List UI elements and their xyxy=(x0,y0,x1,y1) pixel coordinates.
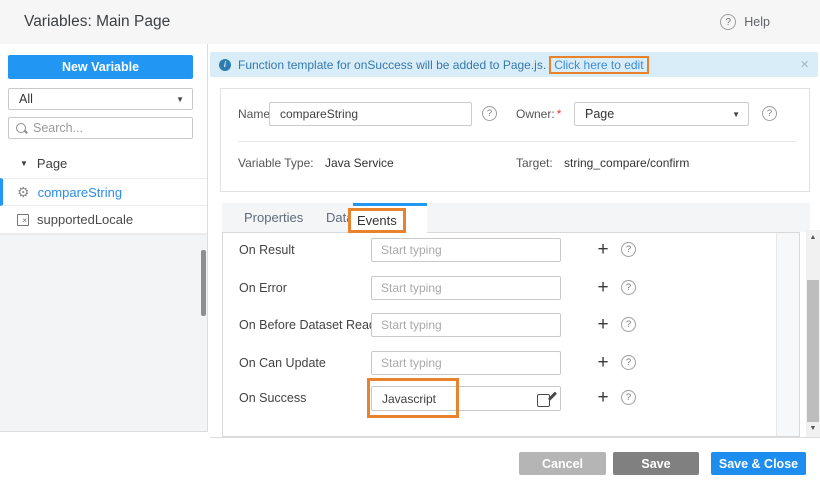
event-help-icon[interactable]: ? xyxy=(621,317,636,332)
banner-message: Function template for onSuccess will be … xyxy=(238,58,546,72)
save-and-close-button[interactable]: Save & Close xyxy=(711,452,806,475)
scrollbar-thumb[interactable] xyxy=(807,280,819,422)
page-title: Variables: Main Page xyxy=(24,0,170,44)
variable-search[interactable] xyxy=(8,117,193,139)
tree-item-supportedlocale[interactable]: × supportedLocale xyxy=(0,206,207,234)
tree-item-comparestring[interactable]: ⚙ compareString xyxy=(0,178,207,206)
edit-script-icon[interactable] xyxy=(537,391,553,407)
add-handler-icon[interactable]: + xyxy=(594,276,612,300)
event-help-icon[interactable]: ? xyxy=(621,280,636,295)
new-variable-button[interactable]: New Variable xyxy=(8,55,193,79)
owner-help-icon[interactable]: ? xyxy=(762,106,777,121)
banner-edit-link[interactable]: Click here to edit xyxy=(549,56,648,74)
target-value: string_compare/confirm xyxy=(564,151,689,175)
tree-group-page[interactable]: ▼ Page xyxy=(0,150,207,177)
event-row-on-error: On Error + ? xyxy=(223,276,799,302)
search-input[interactable] xyxy=(33,121,173,135)
chevron-down-icon: ▼ xyxy=(732,110,740,119)
add-handler-icon[interactable]: + xyxy=(594,386,612,410)
tab-events[interactable]: Events xyxy=(353,203,427,233)
variable-filter-select[interactable]: All ▼ xyxy=(8,88,193,110)
event-help-icon[interactable]: ? xyxy=(621,242,636,257)
name-input[interactable] xyxy=(269,102,472,126)
sidebar-empty-area xyxy=(0,234,207,431)
event-label: On Can Update xyxy=(239,351,326,376)
event-label: On Error xyxy=(239,276,287,301)
owner-selected-value: Page xyxy=(585,107,732,121)
tree-item-label: supportedLocale xyxy=(37,212,133,227)
owner-label: Owner:* xyxy=(516,102,561,126)
tab-properties[interactable]: Properties xyxy=(244,203,303,232)
help-question-icon: ? xyxy=(720,14,736,30)
sidebar-scrollbar-thumb[interactable] xyxy=(201,250,206,316)
target-label: Target: xyxy=(516,151,553,175)
content-bottom-border xyxy=(210,437,820,438)
event-row-on-can-update: On Can Update + ? xyxy=(223,351,799,377)
scroll-up-icon[interactable]: ▲ xyxy=(806,232,820,244)
main-scrollbar[interactable]: ▲ ▼ xyxy=(806,230,820,437)
events-annotation-box: Events xyxy=(348,208,406,233)
event-row-on-before-dataset-ready: On Before Dataset Ready + ? xyxy=(223,313,799,339)
owner-select[interactable]: Page ▼ xyxy=(574,102,749,126)
owner-label-text: Owner: xyxy=(516,107,555,121)
tab-bar: Properties Data Events xyxy=(222,203,810,232)
help-button[interactable]: ? Help xyxy=(720,0,770,44)
info-icon: i xyxy=(219,59,231,71)
events-panel: On Result + ? On Error + ? On Before Dat… xyxy=(222,232,800,437)
event-help-icon[interactable]: ? xyxy=(621,390,636,405)
dialog-header: Variables: Main Page ? Help xyxy=(0,0,820,44)
info-banner: i Function template for onSuccess will b… xyxy=(210,52,818,77)
event-label: On Result xyxy=(239,238,295,263)
add-handler-icon[interactable]: + xyxy=(594,238,612,262)
tree-group-label: Page xyxy=(37,156,67,171)
variable-type-value: Java Service xyxy=(325,151,394,175)
scroll-down-icon[interactable]: ▼ xyxy=(806,423,820,435)
model-x-glyph: × xyxy=(22,217,27,225)
help-label: Help xyxy=(744,15,770,29)
cancel-button[interactable]: Cancel xyxy=(519,452,606,475)
variables-dialog: Variables: Main Page ? Help New Variable… xyxy=(0,0,820,489)
variable-type-label: Variable Type: xyxy=(238,151,314,175)
tree-expand-icon[interactable]: ▼ xyxy=(20,159,28,168)
variable-form-card: Name:* ? Owner:* Page ▼ ? Variable Type:… xyxy=(220,88,810,192)
on-result-input[interactable] xyxy=(371,238,561,262)
form-divider xyxy=(238,141,796,142)
on-can-update-input[interactable] xyxy=(371,351,561,375)
name-help-icon[interactable]: ? xyxy=(482,106,497,121)
on-success-value: Javascript xyxy=(382,387,436,411)
event-row-on-success: On Success Javascript + ? xyxy=(223,386,799,412)
on-success-field[interactable]: Javascript xyxy=(371,386,561,411)
on-error-input[interactable] xyxy=(371,276,561,300)
event-row-on-result: On Result + ? xyxy=(223,238,799,264)
add-handler-icon[interactable]: + xyxy=(594,313,612,337)
variables-sidebar: New Variable All ▼ ▼ Page ⚙ compareStrin… xyxy=(0,44,208,432)
tree-item-label: compareString xyxy=(38,185,123,200)
banner-close-icon[interactable]: × xyxy=(800,57,809,72)
event-label: On Before Dataset Ready xyxy=(239,313,382,338)
event-help-icon[interactable]: ? xyxy=(621,355,636,370)
required-marker: * xyxy=(557,107,562,121)
on-before-dataset-ready-input[interactable] xyxy=(371,313,561,337)
search-icon xyxy=(15,122,28,135)
chevron-down-icon: ▼ xyxy=(176,95,184,104)
java-service-icon: ⚙ xyxy=(17,185,30,199)
model-variable-icon: × xyxy=(17,214,29,226)
save-button[interactable]: Save xyxy=(613,452,699,475)
event-label: On Success xyxy=(239,386,306,411)
filter-selected-value: All xyxy=(19,92,176,106)
add-handler-icon[interactable]: + xyxy=(594,351,612,375)
